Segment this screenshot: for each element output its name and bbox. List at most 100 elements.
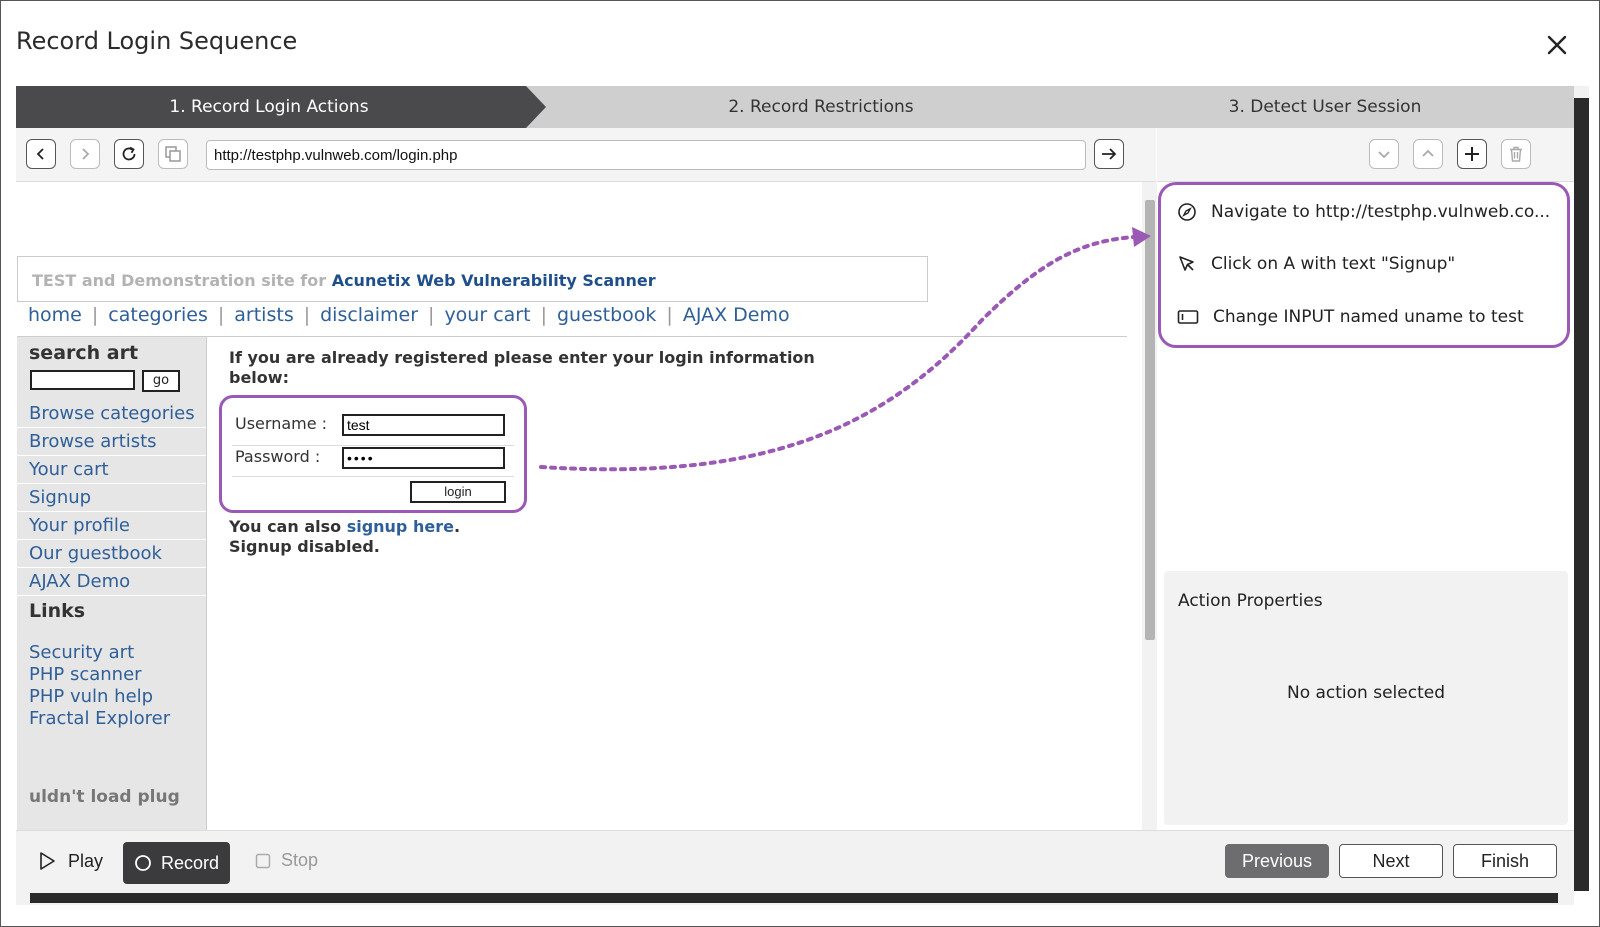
search-art-input[interactable] <box>30 370 135 390</box>
side-menu: Browse categories Browse artists Your ca… <box>17 400 206 596</box>
scroll-thumb[interactable] <box>1145 200 1155 640</box>
side-signup[interactable]: Signup <box>17 484 206 512</box>
nav-disclaimer[interactable]: disclaimer <box>320 304 418 326</box>
login-intro: If you are already registered please ent… <box>229 348 815 387</box>
banner-lead-text: TEST and Demonstration site for <box>32 271 332 290</box>
plugin-error-text: uldn't load plug <box>29 787 179 807</box>
play-button[interactable]: Play <box>36 850 103 872</box>
play-label: Play <box>68 850 104 871</box>
chevron-up-icon <box>1422 149 1434 157</box>
recorded-actions-list: Navigate to http://testphp.vulnweb.co...… <box>1158 182 1570 348</box>
nav-guestbook[interactable]: guestbook <box>557 304 656 326</box>
compass-icon <box>1178 203 1196 221</box>
signup-here-link[interactable]: signup here <box>347 517 454 536</box>
plus-icon <box>1465 147 1479 161</box>
login-button[interactable]: login <box>410 481 506 503</box>
next-button[interactable]: Next <box>1339 844 1443 878</box>
links-heading: Links <box>29 600 86 622</box>
step-record-restrictions[interactable]: 2. Record Restrictions <box>556 86 1086 128</box>
banner-brand-link[interactable]: Acunetix Web Vulnerability Scanner <box>332 271 656 290</box>
no-action-selected-text: No action selected <box>1286 683 1445 703</box>
browser-viewport[interactable]: TEST and Demonstration site for Acunetix… <box>16 182 1142 830</box>
go-url-button[interactable] <box>1094 139 1124 169</box>
step-detect-user-session[interactable]: 3. Detect User Session <box>1076 86 1574 128</box>
actions-toolbar <box>1157 128 1574 182</box>
refresh-icon <box>122 146 136 161</box>
recorder-controls: Play Record Stop Previous Next Finish <box>16 830 1574 891</box>
record-login-dialog: Record Login Sequence 1. Record Login Ac… <box>0 0 1600 927</box>
action-item-navigate[interactable]: Navigate to http://testphp.vulnweb.co... <box>1177 197 1550 227</box>
reload-button[interactable] <box>114 139 144 169</box>
move-down-button[interactable] <box>1369 139 1399 169</box>
stop-icon <box>255 853 271 868</box>
site-top-nav: home | categories | artists | disclaimer | your … <box>28 304 790 326</box>
action-properties-panel: Action Properties No action selected <box>1164 571 1568 825</box>
side-your-profile[interactable]: Your profile <box>17 512 206 540</box>
link-fractal-explorer[interactable]: Fractal Explorer <box>29 708 170 730</box>
stop-label: Stop <box>281 850 319 870</box>
trash-icon <box>1510 146 1522 162</box>
action-text: Click on A with text "Signup" <box>1211 254 1456 274</box>
viewport-scrollbar[interactable] <box>1142 182 1158 830</box>
record-icon <box>135 855 151 871</box>
site-banner: TEST and Demonstration site for Acunetix… <box>17 256 928 302</box>
side-browse-categories[interactable]: Browse categories <box>17 400 206 428</box>
search-go-button[interactable]: go <box>142 370 180 392</box>
links-list: Security art PHP scanner PHP vuln help F… <box>29 642 170 730</box>
password-label: Password : <box>235 447 321 466</box>
site-sidebar: search art go Browse categories Browse a… <box>17 337 207 830</box>
action-text: Change INPUT named uname to test <box>1213 307 1524 327</box>
url-input[interactable] <box>206 140 1086 170</box>
cursor-icon <box>1179 256 1194 271</box>
input-field-icon <box>1177 310 1199 324</box>
nav-your-cart[interactable]: your cart <box>444 304 530 326</box>
action-item-click[interactable]: Click on A with text "Signup" <box>1177 249 1455 279</box>
link-security-art[interactable]: Security art <box>29 642 170 664</box>
nav-categories[interactable]: categories <box>108 304 208 326</box>
dialog-scrollbar[interactable] <box>1574 86 1589 891</box>
wizard-steps: 1. Record Login Actions 2. Record Restri… <box>16 86 1574 128</box>
username-label: Username : <box>235 414 328 433</box>
nav-ajax-demo[interactable]: AJAX Demo <box>683 304 790 326</box>
link-php-scanner[interactable]: PHP scanner <box>29 664 170 686</box>
forward-button[interactable] <box>70 139 100 169</box>
delete-action-button[interactable] <box>1501 139 1531 169</box>
previous-button[interactable]: Previous <box>1225 844 1329 878</box>
close-icon[interactable] <box>1541 29 1573 61</box>
search-heading: search art <box>29 342 139 364</box>
horizontal-scrollbar[interactable] <box>16 891 1574 905</box>
nav-artists[interactable]: artists <box>234 304 293 326</box>
side-your-cart[interactable]: Your cart <box>17 456 206 484</box>
nav-home[interactable]: home <box>28 304 82 326</box>
move-up-button[interactable] <box>1413 139 1443 169</box>
arrow-right-icon <box>1102 148 1117 160</box>
record-button[interactable]: Record <box>123 842 230 884</box>
horizontal-scroll-thumb[interactable] <box>30 893 1558 903</box>
chevron-right-icon <box>82 148 90 160</box>
signup-disabled-text: Signup disabled. <box>229 537 380 556</box>
chevron-down-icon <box>1378 151 1390 159</box>
action-item-change-input[interactable]: Change INPUT named uname to test <box>1177 302 1524 332</box>
add-action-button[interactable] <box>1457 139 1487 169</box>
dialog-title: Record Login Sequence <box>16 27 298 55</box>
login-form: Username : Password : login <box>219 395 527 513</box>
side-ajax-demo[interactable]: AJAX Demo <box>17 568 206 596</box>
browser-toolbar <box>16 128 1156 182</box>
stop-button[interactable]: Stop <box>254 850 318 871</box>
back-button[interactable] <box>26 139 56 169</box>
play-icon <box>40 852 55 870</box>
password-field[interactable] <box>342 447 505 469</box>
step-record-login-actions[interactable]: 1. Record Login Actions <box>16 86 546 128</box>
chevron-left-icon <box>36 148 44 160</box>
copy-icon <box>165 146 181 162</box>
action-text: Navigate to http://testphp.vulnweb.co... <box>1211 202 1551 222</box>
link-php-vuln-help[interactable]: PHP vuln help <box>29 686 170 708</box>
record-label: Record <box>160 852 220 873</box>
username-field[interactable] <box>342 414 505 436</box>
action-properties-title: Action Properties <box>1178 591 1323 611</box>
copy-button[interactable] <box>158 139 188 169</box>
finish-button[interactable]: Finish <box>1453 844 1557 878</box>
signup-notice: You can also signup here. Signup disable… <box>229 517 461 556</box>
side-browse-artists[interactable]: Browse artists <box>17 428 206 456</box>
side-our-guestbook[interactable]: Our guestbook <box>17 540 206 568</box>
